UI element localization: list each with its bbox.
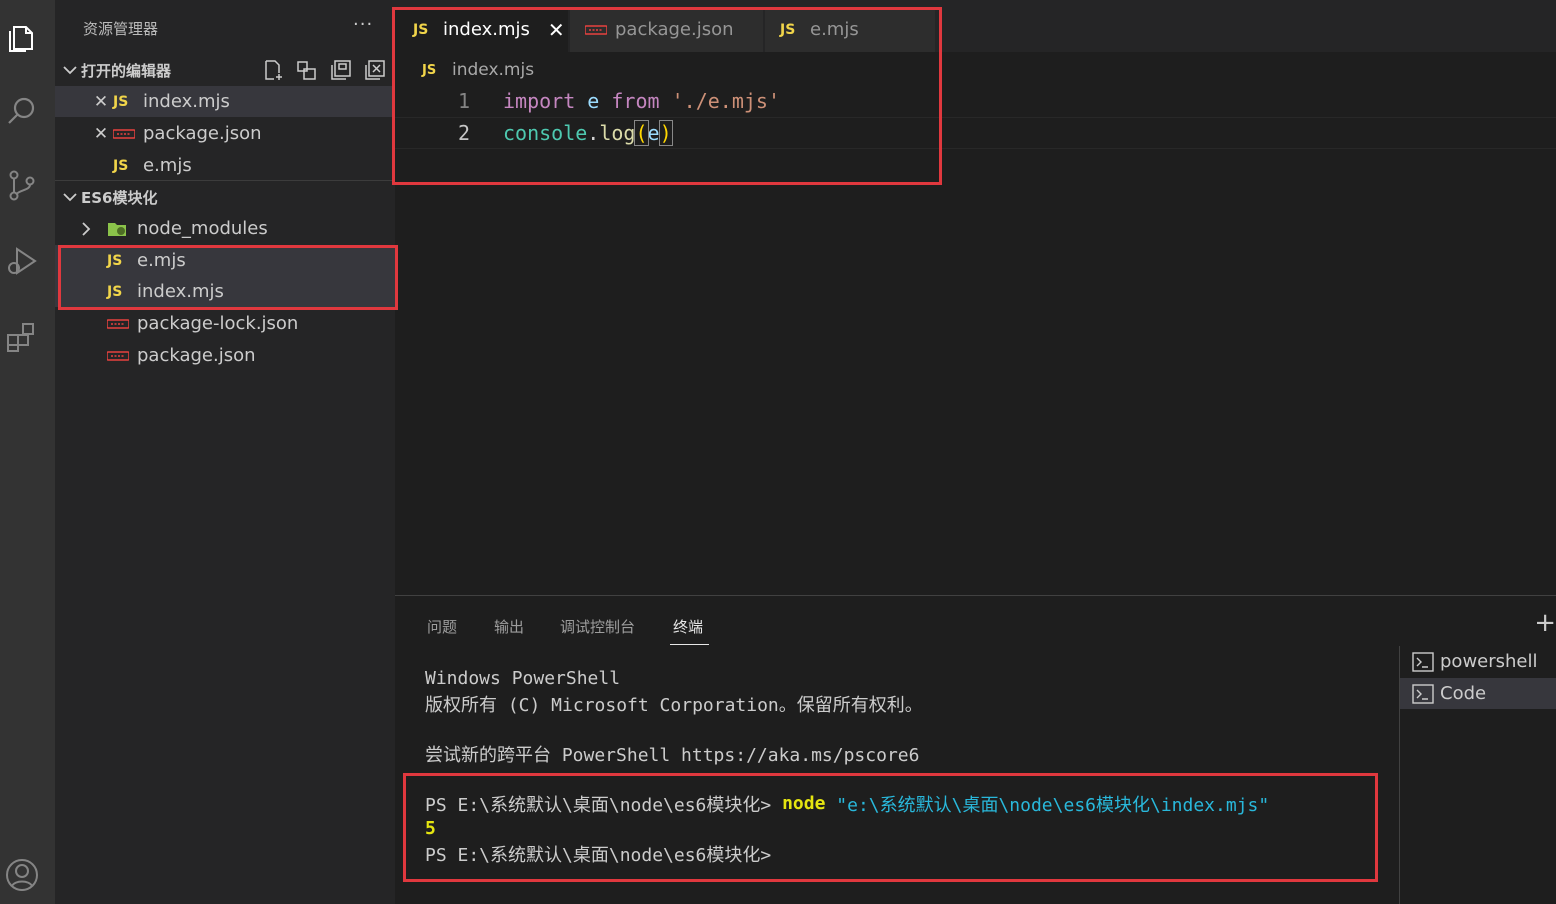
file-tree-item[interactable]: package-lock.json	[55, 308, 395, 339]
open-editor-item[interactable]: ✕ package.json	[55, 118, 395, 149]
highlight-box-editor	[392, 7, 942, 185]
close-all-icon[interactable]	[363, 58, 387, 82]
explorer-icon[interactable]	[3, 18, 41, 56]
terminal-icon	[1412, 683, 1434, 704]
close-icon[interactable]: ✕	[91, 124, 111, 144]
new-folder-icon[interactable]	[295, 58, 319, 82]
new-file-icon[interactable]	[261, 58, 285, 82]
section-divider	[55, 180, 395, 181]
terminal-line: 版权所有 (C) Microsoft Corporation。保留所有权利。	[425, 694, 923, 716]
file-tree-item[interactable]: package.json	[55, 340, 395, 371]
open-editors-header[interactable]: 打开的编辑器	[55, 56, 395, 84]
project-folder-header[interactable]: ES6模块化	[55, 183, 395, 211]
more-actions-icon[interactable]: ···	[353, 14, 373, 35]
new-terminal-icon[interactable]: +	[1534, 608, 1556, 638]
save-all-icon[interactable]	[329, 58, 353, 82]
json-file-icon	[113, 128, 135, 139]
tab-problems[interactable]: 问题	[427, 616, 457, 637]
js-file-icon: JS	[113, 93, 129, 110]
file-name: package.json	[137, 345, 256, 366]
project-folder-label: ES6模块化	[81, 188, 158, 207]
json-file-icon	[107, 350, 129, 361]
extensions-icon[interactable]	[3, 318, 41, 356]
open-editor-item[interactable]: ✕ JS index.mjs	[55, 86, 395, 117]
sidebar-title: 资源管理器	[83, 20, 159, 38]
terminal-icon	[1412, 651, 1434, 672]
close-icon[interactable]: ✕	[91, 92, 111, 112]
json-file-icon	[107, 318, 129, 329]
open-editor-item[interactable]: JS e.mjs	[55, 150, 395, 181]
terminal-item-label: Code	[1440, 683, 1487, 704]
file-name: package-lock.json	[137, 313, 299, 334]
explorer-sidebar: 资源管理器 ··· 打开的编辑器 ✕ JS index.mjs ✕ packag…	[55, 0, 395, 904]
open-editors-label: 打开的编辑器	[81, 61, 172, 80]
terminal-line: Windows PowerShell	[425, 668, 621, 689]
search-icon[interactable]	[3, 92, 41, 130]
terminal-line: 尝试新的跨平台 PowerShell https://aka.ms/pscore…	[425, 744, 920, 766]
open-editor-name: index.mjs	[143, 91, 230, 112]
terminal-item-powershell[interactable]: powershell	[1400, 646, 1556, 677]
terminal-item-label: powershell	[1440, 651, 1538, 672]
chevron-right-icon	[81, 221, 107, 236]
account-icon[interactable]	[3, 856, 41, 894]
active-tab-underline	[670, 644, 709, 645]
terminal-list: powershell Code	[1399, 646, 1556, 904]
file-name: node_modules	[137, 218, 268, 239]
highlight-box-files	[58, 245, 398, 310]
tab-terminal[interactable]: 终端	[673, 616, 703, 637]
run-debug-icon[interactable]	[3, 242, 41, 280]
terminal-item-code[interactable]: Code	[1400, 678, 1556, 709]
tab-output[interactable]: 输出	[494, 616, 524, 637]
file-tree-item[interactable]: node_modules	[55, 213, 395, 244]
open-editor-name: e.mjs	[143, 155, 192, 176]
node-folder-icon	[107, 221, 129, 237]
chevron-down-icon	[55, 65, 81, 75]
open-editor-name: package.json	[143, 123, 262, 144]
tab-debug-console[interactable]: 调试控制台	[560, 616, 635, 637]
chevron-down-icon	[55, 192, 81, 202]
activity-bar	[0, 0, 55, 904]
js-file-icon: JS	[113, 157, 129, 174]
source-control-icon[interactable]	[3, 166, 41, 204]
highlight-box-terminal	[403, 773, 1378, 882]
